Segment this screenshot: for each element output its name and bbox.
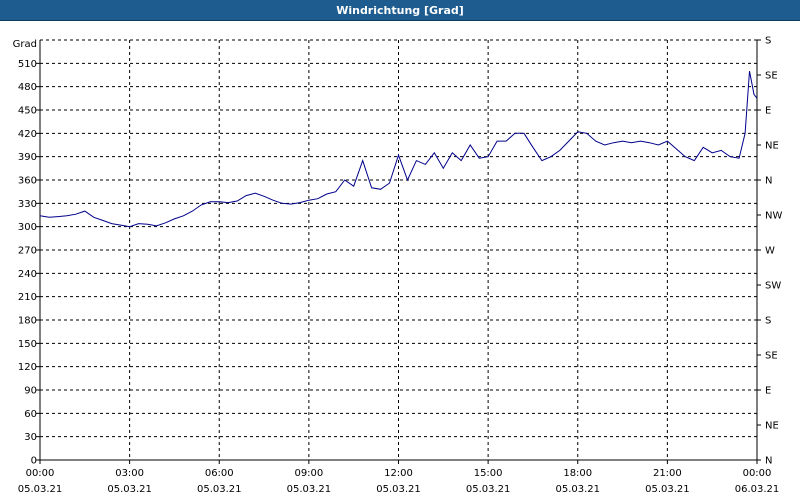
y-tick-label: 210: [18, 292, 37, 303]
wind-direction-chart: 0 30 60 90 120 150 180 210 240 270 300 330 360 390 420…: [13, 36, 783, 496]
y2-tick-label: S: [765, 36, 771, 47]
y-tick-label: 120: [18, 362, 37, 373]
x-tick-label-date: 05.03.21: [555, 484, 600, 495]
y-tick-label: 180: [18, 316, 37, 327]
window-title: Windrichtung [Grad]: [0, 0, 800, 21]
x-tick-label-date: 05.03.21: [466, 484, 511, 495]
x-tick-label-date: 05.03.21: [376, 484, 421, 495]
x-tick-label-date: 05.03.21: [18, 484, 63, 495]
x-tick-label-date: 05.03.21: [287, 484, 332, 495]
x-tick-label-time: 15:00: [474, 468, 503, 479]
y-tick-label: 450: [18, 106, 37, 117]
y-tick-label: 360: [18, 176, 37, 187]
y2-tick-label: SE: [765, 71, 778, 82]
y-axis-label: Grad: [13, 39, 37, 50]
y-tick-label: 90: [24, 386, 37, 397]
x-tick-label-time: 00:00: [743, 468, 772, 479]
y2-tick-label: SE: [765, 351, 778, 362]
y-tick-label: 420: [18, 129, 37, 140]
y-tick-label: 480: [18, 82, 37, 93]
y2-tick-label: NW: [765, 211, 782, 222]
y-tick-label: 330: [18, 199, 37, 210]
x-tick-label-time: 21:00: [653, 468, 682, 479]
y-tick-label: 270: [18, 246, 37, 257]
y2-tick-label: N: [765, 456, 772, 467]
y2-tick-label: N: [765, 176, 772, 187]
y-tick-label: 0: [31, 456, 37, 467]
y2-tick-label: NE: [765, 421, 779, 432]
y2-tick-label: S: [765, 316, 771, 327]
y-tick-label: 150: [18, 339, 37, 350]
x-tick-label-date: 06.03.21: [735, 484, 780, 495]
x-tick-label-time: 09:00: [294, 468, 323, 479]
y-tick-label: 240: [18, 269, 37, 280]
y2-tick-label: SW: [765, 281, 781, 292]
y-tick-label: 510: [18, 59, 37, 70]
x-tick-label-date: 05.03.21: [645, 484, 690, 495]
y2-tick-label: E: [765, 106, 771, 117]
x-tick-label-time: 12:00: [384, 468, 413, 479]
y-tick-label: 300: [18, 222, 37, 233]
y-tick-label: 390: [18, 152, 37, 163]
y2-tick-label: E: [765, 386, 771, 397]
x-tick-label-time: 00:00: [26, 468, 55, 479]
grid-lines: [40, 39, 757, 460]
y-tick-label: 60: [24, 409, 37, 420]
x-tick-label-time: 03:00: [115, 468, 144, 479]
x-tick-label-date: 05.03.21: [197, 484, 242, 495]
chart-area: 0 30 60 90 120 150 180 210 240 270 300 330 360 390 420…: [0, 20, 800, 500]
x-tick-label-time: 18:00: [563, 468, 592, 479]
x-tick-label-time: 06:00: [205, 468, 234, 479]
x-tick-label-date: 05.03.21: [107, 484, 152, 495]
y2-tick-label: NE: [765, 141, 779, 152]
y2-tick-label: W: [765, 246, 775, 257]
y-tick-label: 30: [24, 432, 37, 443]
